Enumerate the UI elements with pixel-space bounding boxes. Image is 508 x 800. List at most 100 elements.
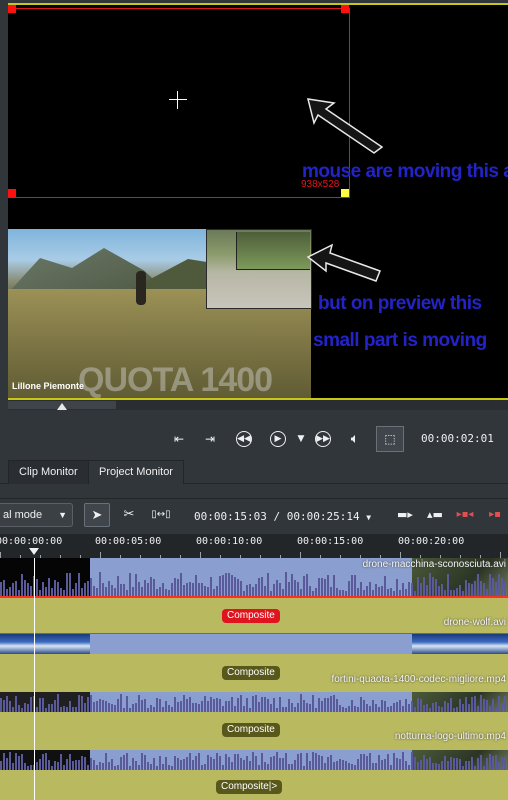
waveform-bar bbox=[345, 761, 347, 770]
waveform-bar bbox=[141, 753, 143, 770]
waveform-bar bbox=[78, 573, 80, 596]
timeline-ruler[interactable]: 00:00:00:00 00:00:05:00 00:00:10:00 00:0… bbox=[0, 534, 508, 558]
clip-name: drone-wolf.avi bbox=[443, 617, 506, 628]
center-crosshair-icon[interactable] bbox=[169, 91, 187, 109]
video-clip[interactable] bbox=[90, 634, 412, 654]
extract-zone-icon[interactable]: ▸▪ bbox=[482, 503, 508, 527]
waveform-bar bbox=[249, 761, 251, 770]
playhead-line[interactable] bbox=[34, 558, 35, 800]
waveform-bar bbox=[108, 762, 110, 770]
waveform-bar bbox=[21, 574, 23, 596]
chevron-down-icon: ▼ bbox=[58, 510, 67, 520]
waveform-bar bbox=[480, 581, 482, 596]
extract-clip-icon[interactable]: ▸▪◂ bbox=[452, 503, 478, 527]
waveform-bar bbox=[258, 702, 260, 712]
timeline-position[interactable]: 00:00:15:03 / 00:00:25:14 ▼ bbox=[194, 510, 371, 523]
tab-project-monitor[interactable]: Project Monitor bbox=[88, 460, 184, 484]
waveform-bar bbox=[504, 757, 506, 770]
waveform-bar bbox=[153, 579, 155, 596]
waveform-bar bbox=[228, 701, 230, 712]
resize-handle-bottom-right[interactable] bbox=[341, 189, 349, 197]
razor-tool-icon[interactable]: ✂ bbox=[116, 503, 142, 527]
waveform-bar bbox=[366, 704, 368, 712]
waveform-bar bbox=[333, 575, 335, 596]
waveform-bar bbox=[417, 762, 419, 770]
waveform-bar bbox=[396, 702, 398, 712]
playhead-icon[interactable] bbox=[29, 548, 39, 555]
clip-thumbnail bbox=[0, 634, 90, 654]
waveform-bar bbox=[207, 755, 209, 770]
resize-handle-top-right[interactable] bbox=[341, 5, 349, 13]
waveform-bar bbox=[195, 575, 197, 596]
waveform-bar bbox=[0, 582, 2, 596]
waveform-bar bbox=[366, 586, 368, 596]
waveform-bar bbox=[447, 703, 449, 712]
waveform-bar bbox=[219, 576, 221, 596]
spacer-tool-icon[interactable]: ▯↔▯ bbox=[148, 503, 174, 527]
waveform-bar bbox=[324, 579, 326, 596]
play-icon[interactable]: ▶ bbox=[270, 431, 286, 447]
waveform-bar bbox=[321, 578, 323, 596]
waveform-bar bbox=[360, 582, 362, 596]
waveform-bar bbox=[279, 758, 281, 770]
resize-handle-top-left[interactable] bbox=[8, 5, 16, 13]
waveform-bar bbox=[465, 761, 467, 770]
waveform-bar bbox=[207, 587, 209, 596]
composite-transition-label[interactable]: Composite|> bbox=[216, 780, 283, 794]
waveform-bar bbox=[57, 582, 59, 596]
monitor-canvas[interactable]: 938x528 QUOTA 1400 Lillone Piemonte mous… bbox=[8, 3, 508, 400]
rewind-icon[interactable]: ◀◀ bbox=[236, 431, 252, 447]
waveform-bar bbox=[363, 754, 365, 770]
waveform-bar bbox=[108, 581, 110, 596]
composite-transition-label[interactable]: Composite bbox=[222, 723, 280, 737]
waveform-bar bbox=[6, 589, 8, 596]
waveform-bar bbox=[114, 588, 116, 596]
waveform-bar bbox=[465, 580, 467, 596]
waveform-bar bbox=[480, 755, 482, 770]
waveform-bar bbox=[69, 754, 71, 770]
go-to-start-icon[interactable]: ⇤ bbox=[168, 428, 190, 450]
waveform-bar bbox=[339, 759, 341, 770]
resize-handle-bottom-left[interactable] bbox=[8, 189, 16, 197]
waveform-bar bbox=[48, 578, 50, 596]
ruler-label: 00:00:10:00 bbox=[196, 536, 263, 547]
waveform-bar bbox=[180, 760, 182, 770]
composite-transition-label[interactable]: Composite bbox=[222, 609, 280, 623]
waveform-bar bbox=[354, 575, 356, 596]
forward-icon[interactable]: ▶▶ bbox=[315, 431, 331, 447]
waveform-bar bbox=[237, 698, 239, 712]
waveform-bar bbox=[120, 584, 122, 596]
edit-mode-select[interactable]: al mode ▼ bbox=[0, 503, 73, 527]
insert-clip-icon[interactable]: ▬▸ bbox=[392, 503, 418, 527]
volume-icon[interactable]: 🔈︎ bbox=[344, 428, 366, 450]
waveform-bar bbox=[336, 588, 338, 596]
waveform-bar bbox=[276, 752, 278, 770]
waveform-bar bbox=[216, 586, 218, 596]
lift-clip-icon[interactable]: ▴▬ bbox=[422, 503, 448, 527]
waveform-bar bbox=[300, 694, 302, 712]
monitor-zoom-scrollbar[interactable] bbox=[8, 400, 508, 410]
timeline-current-time: 00:00:15:03 bbox=[194, 510, 267, 523]
waveform-bar bbox=[81, 696, 83, 712]
monitor-timecode[interactable]: 00:00:02:01 bbox=[421, 432, 494, 445]
composite-transition-label[interactable]: Composite bbox=[222, 666, 280, 680]
waveform-bar bbox=[210, 757, 212, 770]
go-to-end-icon[interactable]: ⇥ bbox=[199, 428, 221, 450]
waveform-bar bbox=[192, 760, 194, 770]
waveform-bar bbox=[333, 762, 335, 770]
play-menu-chevron-icon[interactable]: ▼ bbox=[290, 428, 312, 450]
waveform-bar bbox=[420, 583, 422, 596]
waveform-bar bbox=[252, 696, 254, 712]
waveform-bar bbox=[147, 762, 149, 770]
waveform-bar bbox=[132, 704, 134, 712]
safe-zone-icon[interactable]: ⬚ bbox=[376, 426, 404, 452]
waveform-bar bbox=[306, 703, 308, 712]
waveform-bar bbox=[87, 697, 89, 712]
waveform-bar bbox=[150, 577, 152, 596]
selection-tool-icon[interactable]: ➤ bbox=[84, 503, 110, 527]
pip-inner-frame bbox=[236, 232, 310, 270]
position-marker-icon[interactable] bbox=[57, 403, 67, 410]
waveform-bar bbox=[285, 572, 287, 596]
tab-clip-monitor[interactable]: Clip Monitor bbox=[8, 460, 89, 484]
timeline-tracks[interactable]: drone-macchina-sconosciuta.avi Composite… bbox=[0, 558, 508, 800]
